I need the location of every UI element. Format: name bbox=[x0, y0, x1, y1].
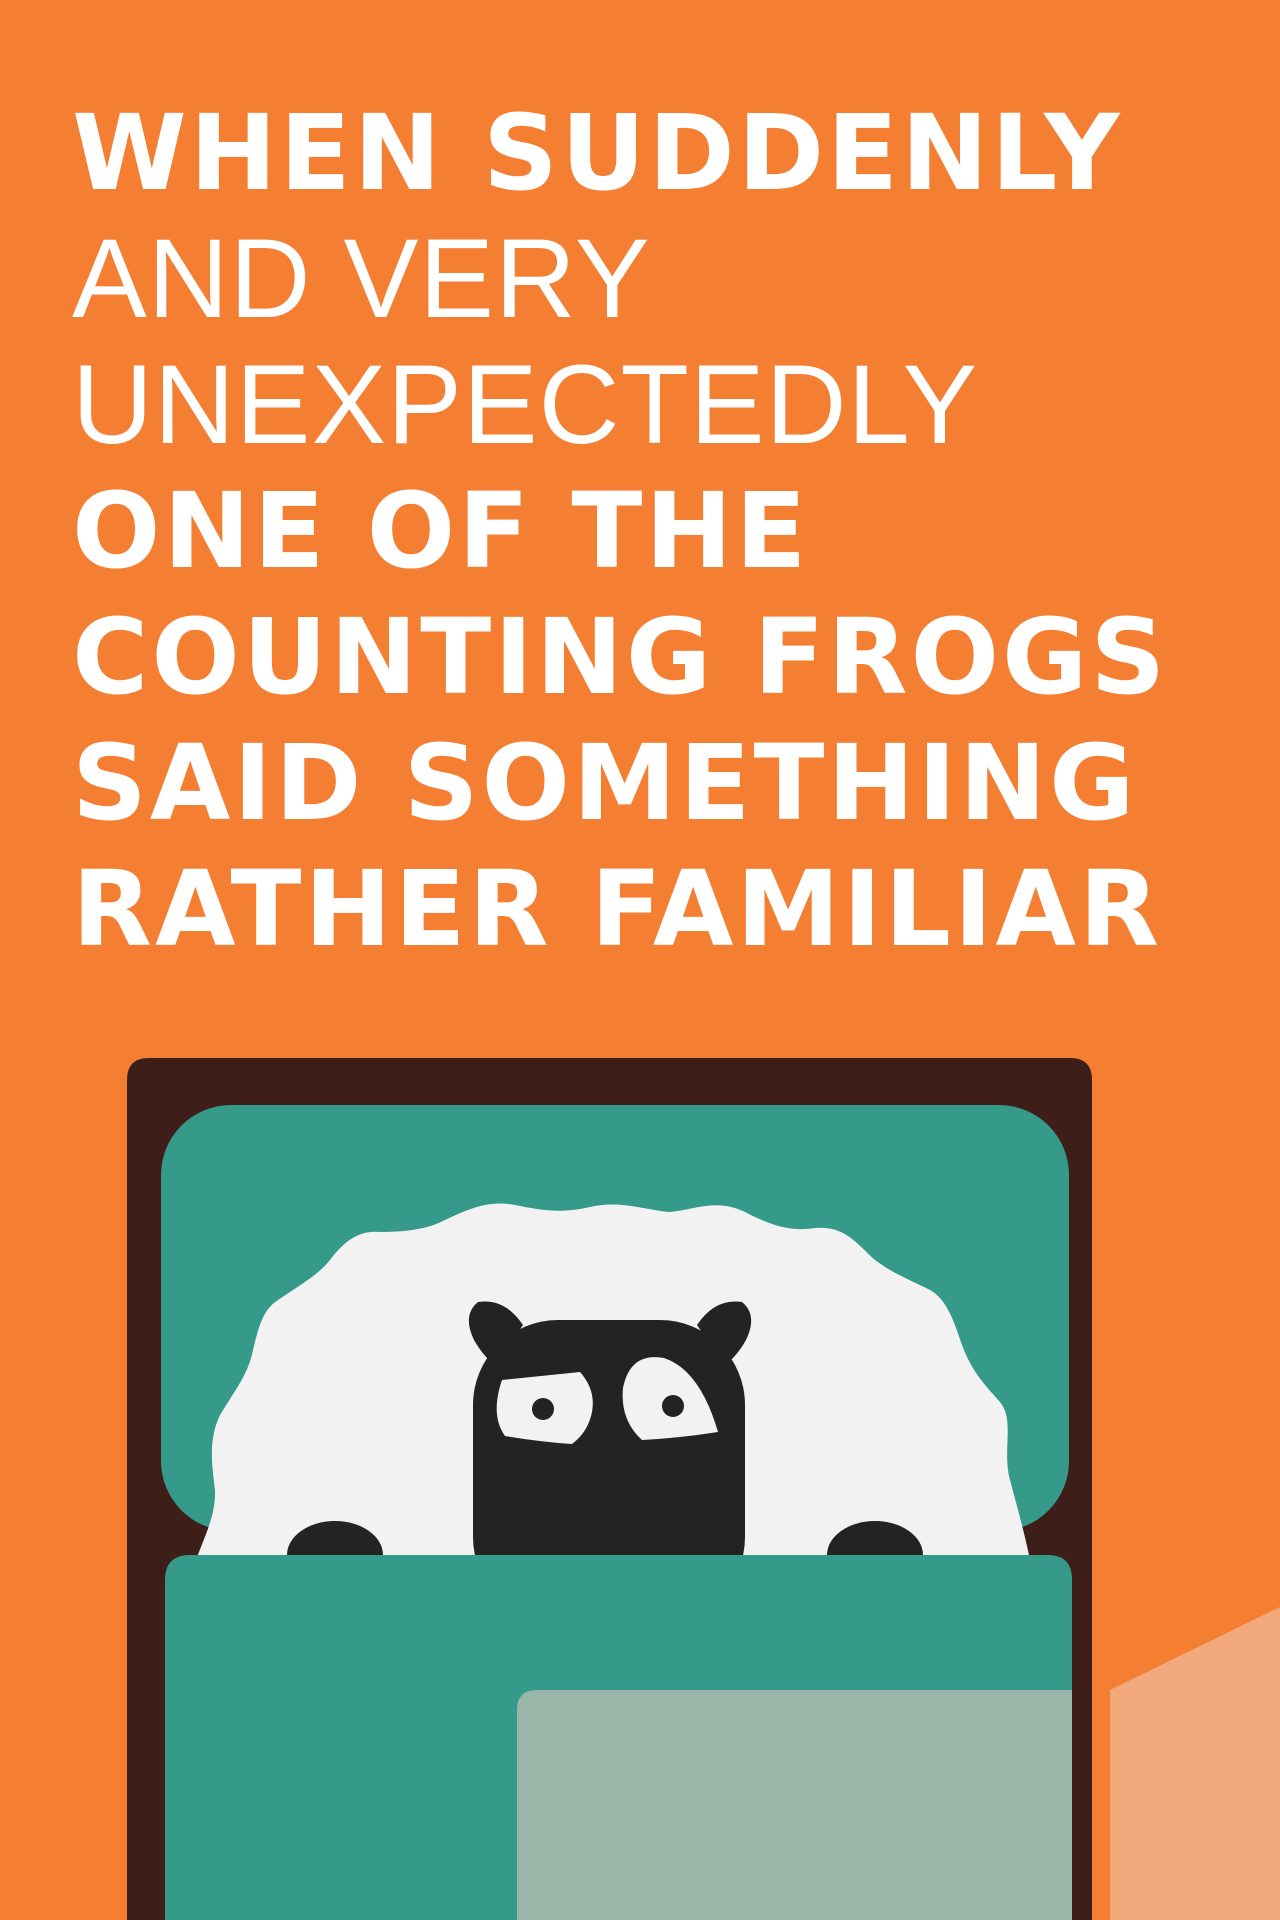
story-line-5: COUNTING FROGS bbox=[72, 596, 1169, 718]
side-block bbox=[1110, 1607, 1280, 1920]
blanket-fold bbox=[517, 1690, 1072, 1920]
sheep-in-bed-illustration bbox=[0, 1000, 1280, 1920]
story-line-6: SAID SOMETHING bbox=[72, 722, 1138, 844]
story-line-3: UNEXPECTEDLY bbox=[72, 342, 979, 467]
story-line-2: AND VERY bbox=[72, 216, 651, 341]
story-line-7: RATHER FAMILIAR bbox=[72, 848, 1163, 970]
page: WHEN SUDDENLY AND VERY UNEXPECTEDLY ONE … bbox=[0, 0, 1280, 1920]
story-text: WHEN SUDDENLY AND VERY UNEXPECTEDLY ONE … bbox=[72, 90, 1172, 972]
story-line-1: WHEN SUDDENLY bbox=[72, 92, 1123, 214]
story-line-4: ONE OF THE bbox=[72, 470, 810, 592]
left-pupil bbox=[532, 1398, 554, 1420]
sheep-in-bed-svg bbox=[127, 1058, 1280, 1920]
right-pupil bbox=[662, 1395, 684, 1417]
